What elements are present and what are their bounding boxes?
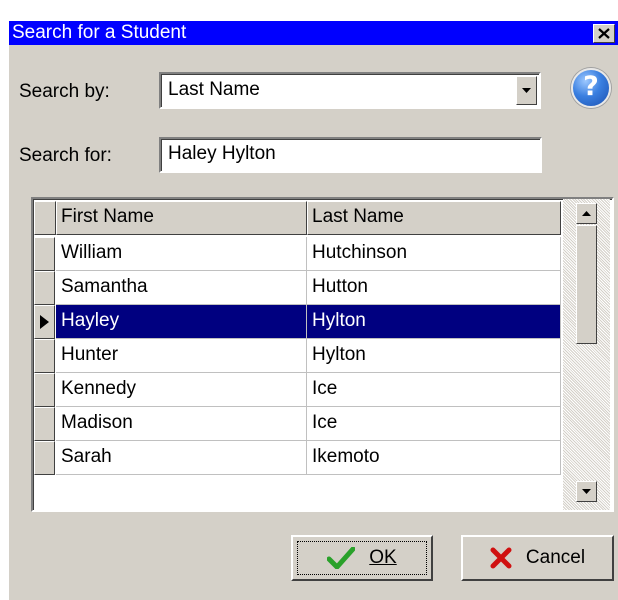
search-input-value: Haley Hylton [168, 143, 276, 164]
scroll-up-button[interactable] [576, 203, 597, 224]
focus-rectangle [297, 541, 427, 575]
cell-last-name[interactable]: Ice [307, 373, 561, 407]
table-row[interactable]: William Hutchinson [34, 237, 561, 271]
cell-last-name[interactable]: Hylton [307, 339, 561, 373]
ok-button-label: OK [369, 547, 397, 568]
scroll-thumb[interactable] [576, 225, 597, 344]
cell-first-name[interactable]: Madison [56, 407, 307, 441]
cell-last-name[interactable]: Hylton [307, 305, 561, 339]
row-selector[interactable] [34, 441, 55, 475]
chevron-down-icon [522, 88, 531, 93]
scroll-down-button[interactable] [576, 481, 597, 502]
table-row[interactable]: Sarah Ikemoto [34, 441, 561, 475]
table-row[interactable]: Hayley Hylton [34, 305, 561, 339]
window-title: Search for a Student [12, 22, 187, 43]
vertical-scrollbar[interactable] [563, 199, 610, 510]
row-selector[interactable] [34, 339, 55, 373]
table-row[interactable]: Samantha Hutton [34, 271, 561, 305]
cell-last-name[interactable]: Ice [307, 407, 561, 441]
search-by-dropdown[interactable]: Last Name [159, 72, 541, 109]
search-input[interactable]: Haley Hylton [159, 137, 542, 173]
row-selector[interactable] [34, 237, 55, 271]
current-row-arrow-icon [40, 315, 49, 329]
row-selector[interactable] [34, 271, 55, 305]
cell-first-name[interactable]: Kennedy [56, 373, 307, 407]
arrow-up-icon [582, 211, 591, 216]
close-button[interactable] [593, 24, 615, 43]
cell-first-name[interactable]: Hunter [56, 339, 307, 373]
cell-last-name[interactable]: Ikemoto [307, 441, 561, 475]
ok-button[interactable]: OK [291, 535, 433, 581]
search-for-label: Search for: [19, 145, 112, 166]
arrow-down-icon [582, 489, 591, 494]
checkmark-icon [327, 547, 356, 569]
close-icon [598, 28, 610, 39]
column-header-first-name[interactable]: First Name [56, 201, 307, 235]
cancel-button[interactable]: Cancel [461, 535, 614, 581]
search-by-value: Last Name [168, 79, 260, 100]
cell-last-name[interactable]: Hutchinson [307, 237, 561, 271]
student-grid: First Name Last Name William Hutchinson Sa… [31, 197, 614, 512]
dropdown-button[interactable] [516, 76, 537, 105]
cell-first-name[interactable]: Samantha [56, 271, 307, 305]
cell-first-name[interactable]: Sarah [56, 441, 307, 475]
search-by-label: Search by: [19, 81, 110, 102]
grid-body: First Name Last Name William Hutchinson Sa… [33, 199, 612, 510]
cell-first-name[interactable]: Hayley [56, 305, 307, 339]
cell-last-name[interactable]: Hutton [307, 271, 561, 305]
row-selector[interactable] [34, 407, 55, 441]
header-corner [34, 201, 56, 235]
cell-first-name[interactable]: William [56, 237, 307, 271]
help-icon[interactable]: ? [571, 68, 611, 108]
table-row[interactable]: Kennedy Ice [34, 373, 561, 407]
table-row[interactable]: Hunter Hylton [34, 339, 561, 373]
title-bar[interactable]: Search for a Student [9, 21, 618, 45]
row-selector[interactable] [34, 305, 55, 339]
column-header-last-name[interactable]: Last Name [307, 201, 561, 235]
x-icon [490, 547, 512, 569]
cancel-button-label: Cancel [525, 547, 586, 568]
search-student-dialog: Search for a Student Search by: Last Nam… [8, 20, 618, 600]
row-selector[interactable] [34, 373, 55, 407]
table-row[interactable]: Madison Ice [34, 407, 561, 441]
